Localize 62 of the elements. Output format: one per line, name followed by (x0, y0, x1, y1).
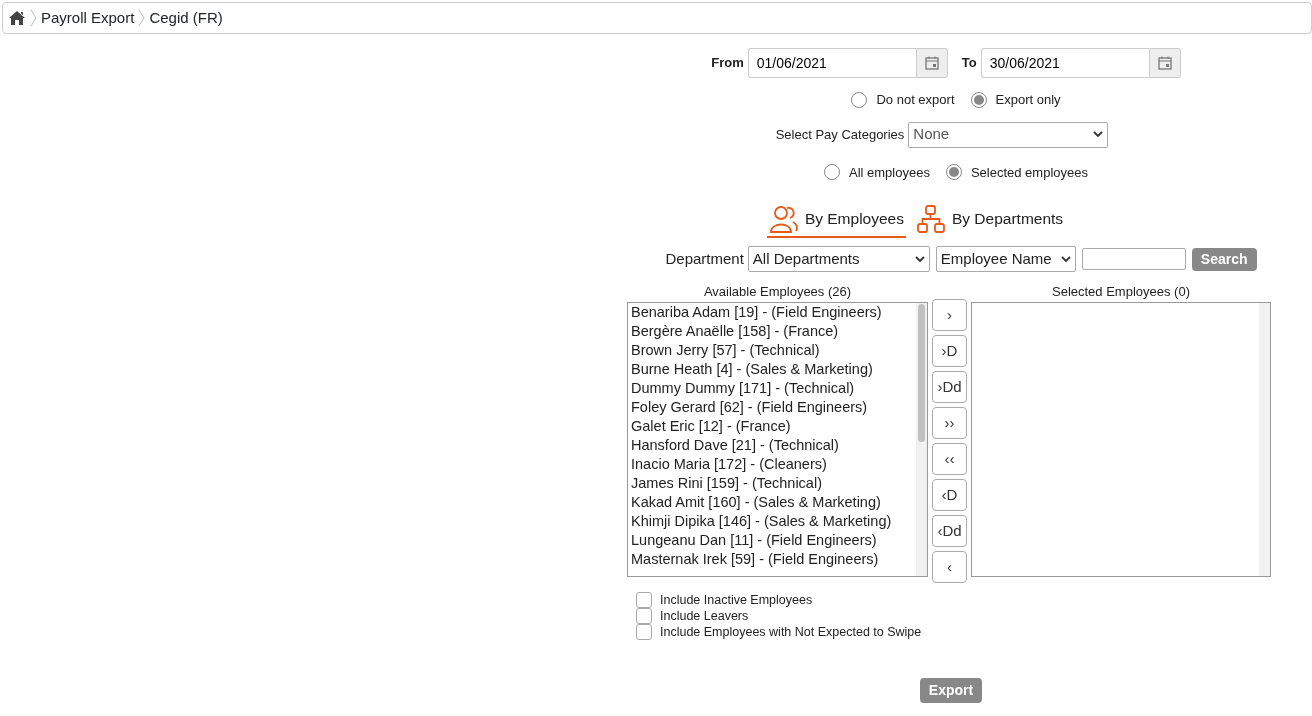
radio-option[interactable]: Selected employees (945, 162, 1088, 182)
search-field[interactable] (1081, 248, 1186, 270)
list-item[interactable]: Masternak Irek [59] - (Field Engineers) (628, 549, 915, 569)
transfer-button[interactable]: ›D (932, 335, 967, 367)
radio-option[interactable]: All employees (824, 162, 930, 182)
calendar-icon (1156, 55, 1173, 71)
department-select[interactable]: All Departments (747, 246, 930, 272)
list-item[interactable]: Dummy Dummy [171] - (Technical) (628, 378, 915, 398)
transfer-button[interactable]: ‹D (932, 479, 967, 511)
caret-icon (1060, 255, 1071, 263)
date-label: To (961, 54, 977, 73)
list-item[interactable]: Bergère Anaëlle [158] - (France) (628, 321, 915, 341)
transfer-button[interactable]: ‹ (932, 551, 967, 583)
chevron-icon (138, 9, 146, 27)
list-item[interactable]: Khimji Dipika [146] - (Sales & Marketing) (628, 511, 915, 531)
radio-option[interactable]: Do not export (851, 90, 955, 110)
transfer-button[interactable]: ›Dd (932, 371, 967, 403)
list-title: Available Employees (26) (702, 283, 853, 301)
chevron-icon (30, 9, 37, 27)
breadcrumb-link[interactable]: Payroll Export (41, 6, 135, 30)
hierarchy-icon (915, 204, 946, 234)
scrollbar[interactable] (916, 302, 927, 576)
scrollbar[interactable] (1259, 302, 1270, 576)
list-item[interactable]: Benariba Adam [19] - (Field Engineers) (628, 302, 915, 322)
field-select[interactable]: Employee Name (935, 246, 1076, 272)
transfer-button[interactable]: ‹Dd (932, 515, 967, 547)
view-tab[interactable]: By Employees (766, 204, 906, 238)
breadcrumb-link[interactable]: Cegid (FR) (149, 6, 223, 30)
caret-icon (914, 255, 925, 263)
field-label: Department (665, 248, 744, 269)
pay-category-select[interactable]: None (908, 121, 1109, 148)
view-tab[interactable]: By Departments (913, 204, 1066, 238)
radio-option[interactable]: Export only (970, 90, 1061, 110)
list-item[interactable]: Lungeanu Dan [11] - (Field Engineers) (628, 530, 915, 550)
list-item[interactable]: Foley Gerard [62] - (Field Engineers) (628, 397, 915, 417)
list-item[interactable]: Brown Jerry [57] - (Technical) (628, 340, 915, 360)
transfer-button[interactable]: › (932, 299, 967, 331)
date-field[interactable]: 30/06/2021 (980, 48, 1149, 78)
list-item[interactable]: Kakad Amit [160] - (Sales & Marketing) (628, 492, 915, 512)
list-title: Selected Employees (0) (1051, 283, 1191, 301)
search-button[interactable]: Search (1191, 247, 1257, 271)
field-label: Select Pay Categories (775, 125, 905, 144)
calendar-button[interactable] (1148, 48, 1181, 78)
employee-list[interactable] (627, 301, 928, 577)
checkbox-option[interactable]: Include Inactive Employees (636, 592, 1284, 608)
calendar-icon (923, 55, 940, 71)
date-field[interactable]: 01/06/2021 (747, 48, 916, 78)
list-item[interactable]: Burne Heath [4] - (Sales & Marketing) (628, 359, 915, 379)
transfer-button[interactable]: ›› (932, 407, 967, 439)
caret-icon (1093, 131, 1104, 138)
checkbox-option[interactable]: Include Employees with Not Expected to Swipe (636, 624, 1284, 640)
list-item[interactable]: Hansford Dave [21] - (Technical) (628, 435, 915, 455)
transfer-button[interactable]: ‹‹ (932, 443, 967, 475)
export-button[interactable]: Export (919, 678, 983, 703)
list-item[interactable]: Inacio Maria [172] - (Cleaners) (628, 454, 915, 474)
people-icon (768, 204, 799, 234)
list-item[interactable]: James Rini [159] - (Technical) (628, 473, 915, 493)
calendar-button[interactable] (915, 48, 948, 78)
date-label: From (711, 54, 744, 73)
checkbox-option[interactable]: Include Leavers (636, 608, 1284, 624)
list-item[interactable]: Galet Eric [12] - (France) (628, 416, 915, 436)
home-icon[interactable] (8, 10, 26, 26)
